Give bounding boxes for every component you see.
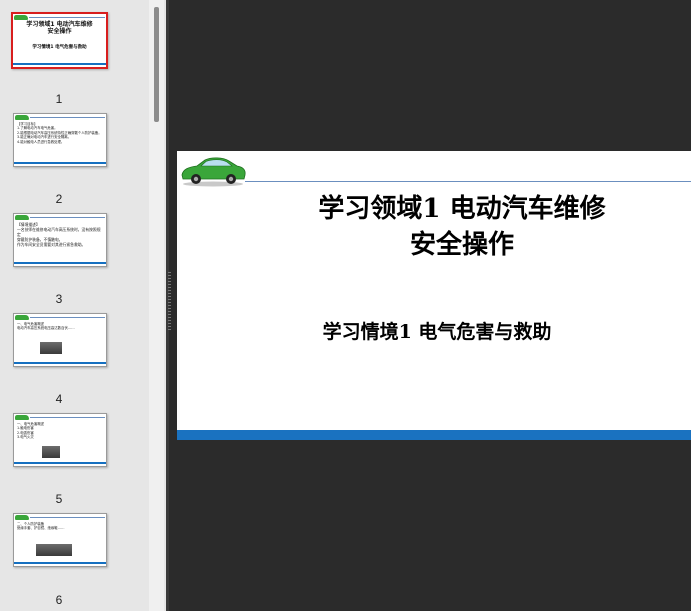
slide-number: 5 [55, 492, 63, 506]
splitter-grip-icon[interactable] [168, 272, 171, 332]
slide-thumbnail-frame-selected[interactable]: 学习领域1 电动汽车维修 安全操作 学习情境1 电气危害与救助 [11, 12, 108, 69]
scrollbar-thumb[interactable] [154, 7, 159, 122]
thumbnail-accent-bar [14, 262, 106, 264]
thumbnail-divider [30, 417, 105, 418]
slide-header-line [245, 181, 691, 182]
thumbnail-divider [30, 217, 105, 218]
car-icon [15, 215, 29, 220]
thumbnail-scrollbar[interactable] [149, 0, 164, 611]
slide-thumbnail-frame[interactable]: 【学习目标】 1.了解电动汽车电气危害。 2.能根据电动汽车高压系统特性正确穿戴… [13, 113, 107, 167]
slide-number: 6 [55, 593, 63, 607]
car-icon [15, 115, 29, 120]
thumbnail-subtitle-text: 学习情境1 电气危害与救助 [32, 45, 87, 50]
thumbnail-accent-bar [14, 462, 106, 464]
slide-subtitle[interactable]: 学习情境1 电气危害与救助 [237, 317, 637, 344]
green-car-icon [181, 157, 246, 187]
slide-title[interactable]: 学习领域1 电动汽车维修 安全操作 [247, 191, 677, 263]
slide-thumbnail-frame[interactable]: 【情境描述】 一名技师在维修电动汽车高压系统时，没有按照规定 穿戴防护装备，不慎… [13, 213, 107, 267]
thumbnail-divider [30, 317, 105, 318]
thumbnail-accent-bar [14, 162, 106, 164]
thumbnail-divider [29, 17, 105, 18]
car-icon [15, 315, 29, 320]
thumbnail-photo [40, 342, 62, 354]
slide-thumbnail-pane[interactable]: 学习领域1 电动汽车维修 安全操作 学习情境1 电气危害与救助 1 【学习目标】… [0, 0, 166, 611]
car-icon [14, 15, 28, 20]
slide-number: 1 [55, 92, 63, 106]
slide-number: 4 [55, 392, 63, 406]
slide-number: 3 [55, 292, 63, 306]
thumbnail-divider [30, 517, 105, 518]
thumbnail-body-text: 二、个人防护装备 绝缘手套、护目镜、绝缘鞋…… [17, 522, 65, 531]
thumbnail-photo [42, 446, 60, 458]
thumbnail-body-text: 一、电气危害概述 电动汽车高压系统电压高达数百伏…… [17, 322, 75, 331]
slide-accent-bar [177, 430, 691, 440]
slide-canvas[interactable]: 学习领域1 电动汽车维修 安全操作 学习情境1 电气危害与救助 [177, 151, 691, 440]
thumbnail-body-text: 【情境描述】 一名技师在维修电动汽车高压系统时，没有按照规定 穿戴防护装备，不慎… [17, 222, 101, 247]
thumbnail-accent-bar [13, 63, 106, 65]
thumbnail-body-text: 一、电气危害概述 1.触电伤害 2.电弧伤害 3.电气火灾 [17, 422, 45, 440]
thumbnail-divider [30, 117, 105, 118]
slide-number: 2 [55, 192, 63, 206]
thumbnail-title-text: 学习领域1 电动汽车维修 安全操作 [26, 21, 93, 35]
thumbnail-accent-bar [14, 362, 106, 364]
car-icon [15, 415, 29, 420]
car-icon [15, 515, 29, 520]
thumbnail-accent-bar [14, 562, 106, 564]
slide-thumbnail-frame[interactable]: 二、个人防护装备 绝缘手套、护目镜、绝缘鞋…… [13, 513, 107, 567]
slide-thumbnail-frame[interactable]: 一、电气危害概述 电动汽车高压系统电压高达数百伏…… [13, 313, 107, 367]
thumbnail-body-text: 【学习目标】 1.了解电动汽车电气危害。 2.能根据电动汽车高压系统特性正确穿戴… [17, 122, 102, 144]
thumbnail-photo [36, 544, 72, 556]
slide-thumbnail-frame[interactable]: 一、电气危害概述 1.触电伤害 2.电弧伤害 3.电气火灾 [13, 413, 107, 467]
